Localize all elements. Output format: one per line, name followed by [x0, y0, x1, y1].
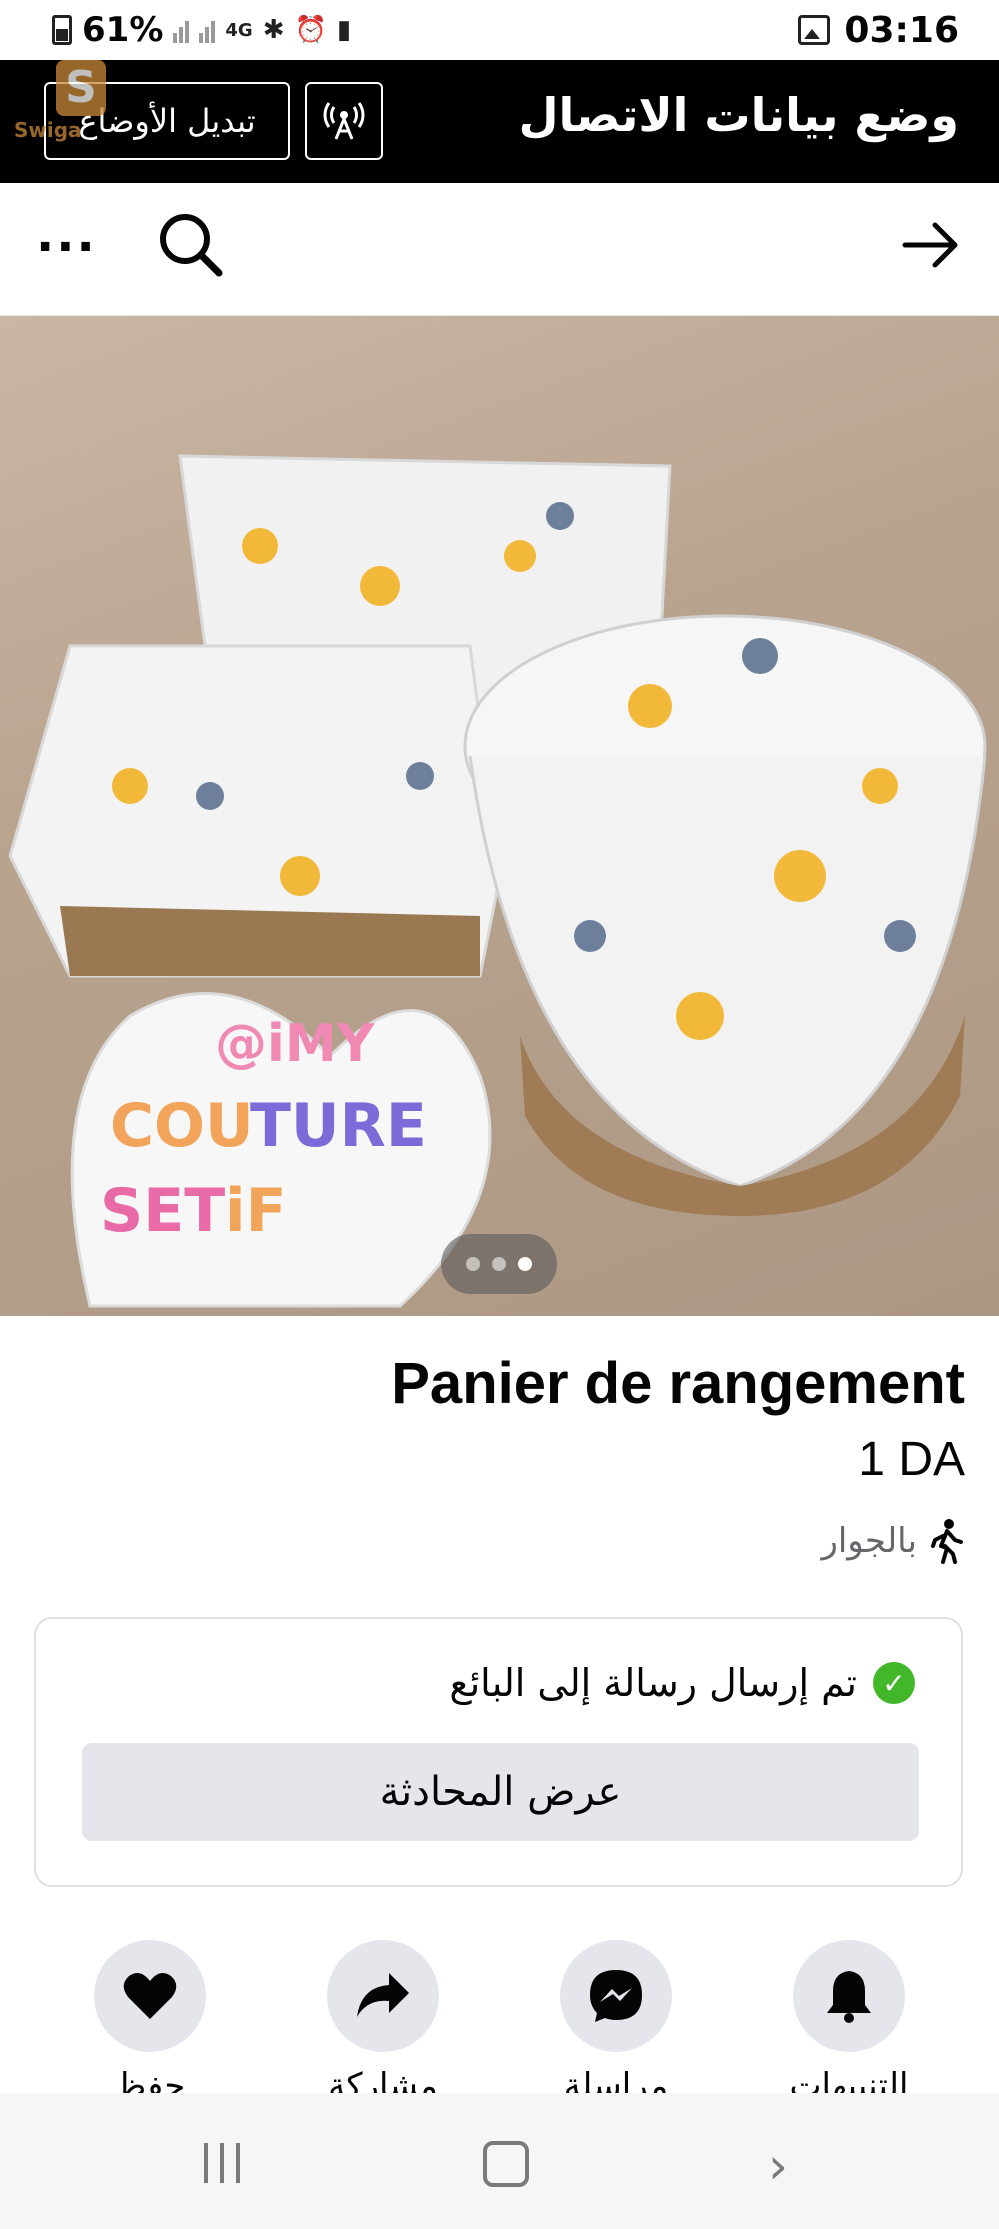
- battery-icon: [52, 15, 72, 45]
- location-text: بالجوار: [821, 1521, 917, 1561]
- bell-icon[interactable]: [793, 1940, 905, 2052]
- signal-icon-2: [199, 17, 216, 43]
- signal-icon: [173, 17, 190, 43]
- messenger-icon[interactable]: [560, 1940, 672, 2052]
- save-action[interactable]: حفظ: [75, 1940, 225, 2106]
- alarm-icon: ⏰: [294, 15, 327, 45]
- message-action[interactable]: مراسلة: [541, 1940, 691, 2106]
- battery-percent: 61%: [82, 10, 164, 50]
- svg-text:SET: SET: [100, 1176, 225, 1246]
- pager-dot-active[interactable]: [518, 1257, 532, 1271]
- status-bar: 61% 4G ✱ ⏰ ▮ 03:16: [0, 0, 999, 60]
- top-nav: ···: [0, 183, 999, 316]
- listing-price: 1 DA: [858, 1433, 965, 1486]
- message-sent-row: ✓ تم إرسال رسالة إلى البائع: [449, 1661, 915, 1705]
- more-options-icon[interactable]: ···: [36, 219, 97, 275]
- image-notification-icon: [798, 15, 831, 45]
- baskets-illustration: @iMY COU TURE SET iF: [8, 454, 987, 1308]
- action-row: حفظ مشاركة مراسلة التنبيهات: [0, 1940, 999, 2106]
- antenna-button[interactable]: [305, 82, 383, 160]
- share-action[interactable]: مشاركة: [308, 1940, 458, 2106]
- svg-text:TURE: TURE: [250, 1091, 427, 1161]
- pager-dot[interactable]: [466, 1257, 480, 1271]
- svg-text:COU: COU: [110, 1091, 254, 1161]
- status-right: 03:16: [798, 9, 959, 51]
- home-button[interactable]: [483, 2141, 529, 2187]
- alerts-action[interactable]: التنبيهات: [774, 1940, 924, 2106]
- recent-apps-button[interactable]: [204, 2143, 240, 2183]
- svg-text:@iMY: @iMY: [215, 1014, 376, 1074]
- system-back-button[interactable]: ›: [768, 2137, 788, 2195]
- product-photo[interactable]: @iMY COU TURE SET iF: [0, 316, 999, 1316]
- heart-icon[interactable]: [94, 1940, 206, 2052]
- walking-person-icon: [931, 1519, 963, 1564]
- back-arrow-icon[interactable]: [899, 213, 963, 281]
- antenna-icon: [323, 102, 365, 140]
- status-left: 61% 4G ✱ ⏰ ▮: [52, 10, 351, 50]
- check-circle-icon: ✓: [873, 1662, 915, 1704]
- message-sent-card: ✓ تم إرسال رسالة إلى البائع عرض المحادثة: [34, 1617, 963, 1887]
- banner-title: وضع بيانات الاتصال: [518, 88, 959, 142]
- listing-title: Panier de rangement: [391, 1351, 965, 1416]
- data-mode-banner: تبديل الأوضاع وضع بيانات الاتصال: [0, 60, 999, 183]
- view-conversation-button[interactable]: عرض المحادثة: [82, 1743, 919, 1841]
- search-icon[interactable]: [155, 209, 225, 283]
- photo-pager[interactable]: [441, 1234, 557, 1294]
- pager-dot[interactable]: [492, 1257, 506, 1271]
- network-type: 4G: [225, 19, 253, 41]
- status-time: 03:16: [844, 9, 959, 51]
- bluetooth-icon: ✱: [262, 15, 285, 45]
- battery-saver-icon: ▮: [336, 15, 352, 45]
- svg-text:iF: iF: [225, 1176, 287, 1246]
- system-nav-bar: ›: [0, 2093, 999, 2229]
- message-sent-text: تم إرسال رسالة إلى البائع: [449, 1661, 857, 1705]
- share-icon[interactable]: [327, 1940, 439, 2052]
- watermark-logo: S Swiga: [14, 60, 124, 142]
- listing-location: بالجوار: [821, 1518, 963, 1564]
